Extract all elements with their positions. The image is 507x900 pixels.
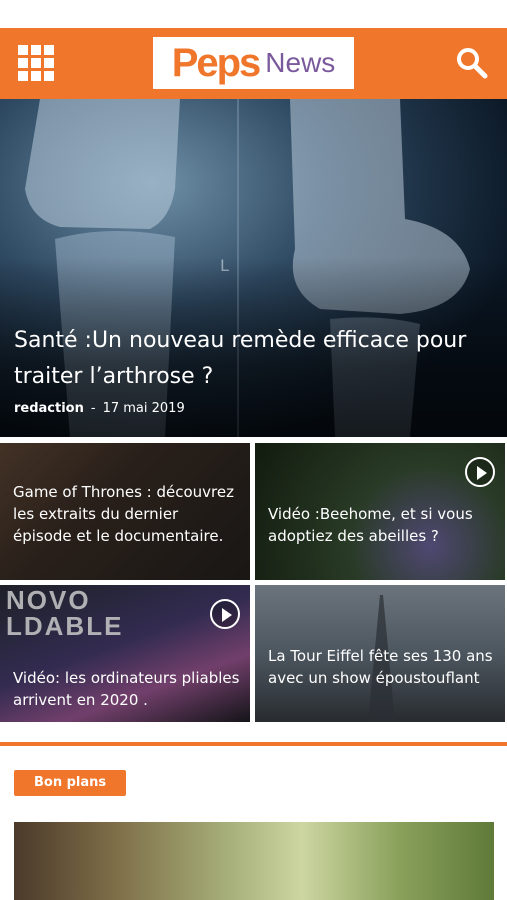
section-tag[interactable]: Bon plans: [14, 770, 127, 796]
hero-title[interactable]: Santé :Un nouveau remède efficace pour t…: [14, 323, 500, 395]
featured-article[interactable]: L Santé :Un nouveau remède efficace pour…: [0, 99, 507, 437]
site-logo[interactable]: Peps News: [153, 37, 354, 89]
card-title[interactable]: Vidéo :Beehome, et si vous adoptiez des …: [268, 503, 496, 547]
grid-menu-icon[interactable]: [18, 45, 54, 81]
card-title[interactable]: Vidéo: les ordinateurs pliables arrivent…: [13, 667, 241, 711]
logo-peps: Peps: [171, 41, 262, 85]
app-header: Peps News: [0, 28, 507, 99]
search-icon[interactable]: [455, 46, 489, 80]
hero-author[interactable]: redaction: [14, 401, 84, 416]
section-divider: [0, 742, 507, 746]
article-card-eiffel[interactable]: La Tour Eiffel fête ses 130 ans avec un …: [255, 585, 505, 722]
card-title[interactable]: La Tour Eiffel fête ses 130 ans avec un …: [268, 645, 496, 689]
logo-news: News: [265, 47, 336, 78]
section-article-image[interactable]: [14, 822, 494, 900]
article-card-foldable[interactable]: NOVO LDABLE Vidéo: les ordinateurs pliab…: [0, 585, 250, 722]
play-icon[interactable]: [210, 599, 240, 629]
status-bar-area: [0, 0, 507, 28]
play-icon[interactable]: [465, 457, 495, 487]
hero-meta: redaction -17 mai 2019: [14, 401, 185, 416]
hero-separator: -: [90, 401, 96, 416]
card-title[interactable]: Game of Thrones : découvrez les extraits…: [13, 481, 241, 547]
hero-date: 17 mai 2019: [102, 401, 185, 416]
article-card-beehome[interactable]: Vidéo :Beehome, et si vous adoptiez des …: [255, 443, 505, 580]
article-card-got[interactable]: Game of Thrones : découvrez les extraits…: [0, 443, 250, 580]
card-bg-text: NOVO LDABLE: [6, 585, 124, 641]
